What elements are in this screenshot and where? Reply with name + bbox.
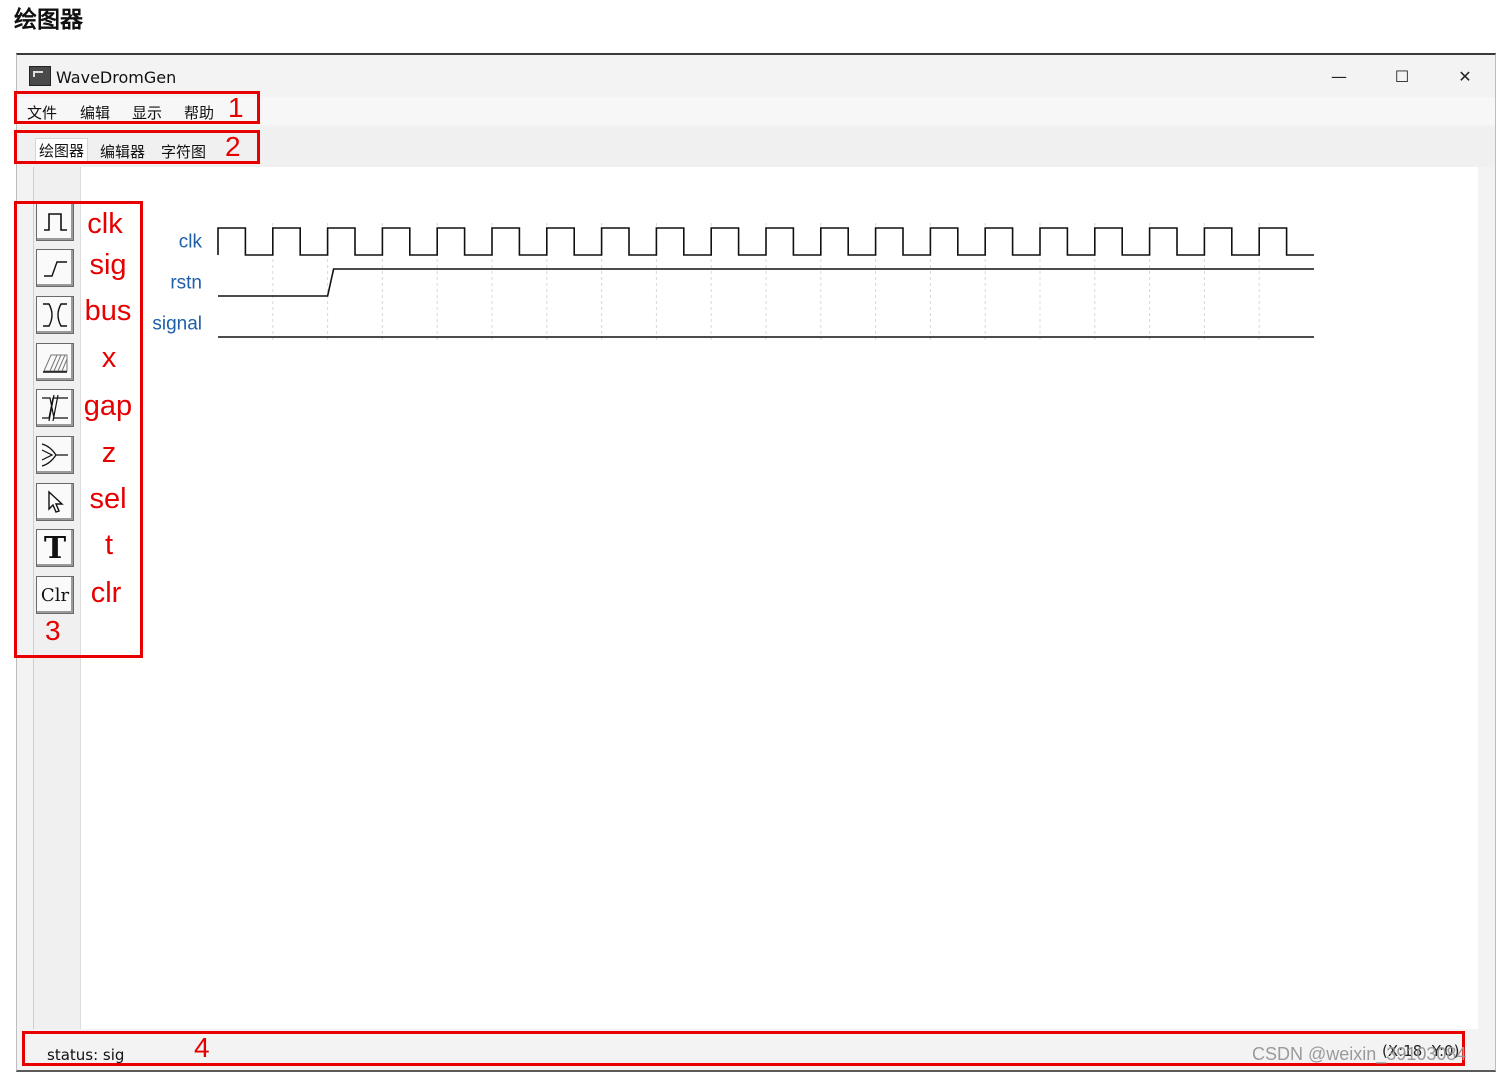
tool-label-t: t [104, 529, 114, 561]
app-window: WaveDromGen — ☐ ✕ 文件 编辑 显示 帮助 绘图器 编辑器 字符… [16, 53, 1496, 1072]
watermark: CSDN @weixin_39103084 [1252, 1044, 1467, 1064]
waveform-canvas[interactable]: clk rstn signal [34, 167, 1478, 1029]
signal-name-clk: clk [179, 232, 203, 253]
annotation-box-menu [14, 91, 260, 124]
annotation-number-3: 3 [45, 615, 61, 646]
tool-label-x: x [101, 342, 117, 374]
tool-label-gap: gap [83, 390, 133, 422]
doc-heading: 绘图器 [14, 7, 83, 33]
annotation-number-2: 2 [225, 131, 241, 162]
tool-label-clk: clk [87, 208, 123, 240]
tool-label-z: z [101, 437, 117, 469]
app-icon [29, 66, 51, 86]
annotation-number-4: 4 [194, 1032, 210, 1063]
maximize-button[interactable]: ☐ [1380, 61, 1424, 91]
tool-label-clr: clr [90, 577, 122, 609]
minimize-button[interactable]: — [1317, 61, 1361, 91]
annotation-box-status [22, 1031, 1465, 1066]
tool-label-bus: bus [84, 295, 132, 327]
window-title: WaveDromGen [56, 68, 177, 87]
tool-label-sel: sel [89, 483, 127, 515]
signal-name-signal: signal [152, 314, 202, 335]
waveform-clk [217, 227, 1314, 256]
annotation-number-1: 1 [228, 92, 244, 123]
drawer-panel: T Clr clk rstn signal [33, 167, 1478, 1029]
signal-name-rstn: rstn [170, 273, 202, 294]
close-button[interactable]: ✕ [1443, 61, 1487, 91]
annotation-box-tabs [14, 130, 260, 164]
tool-label-sig: sig [89, 249, 127, 281]
